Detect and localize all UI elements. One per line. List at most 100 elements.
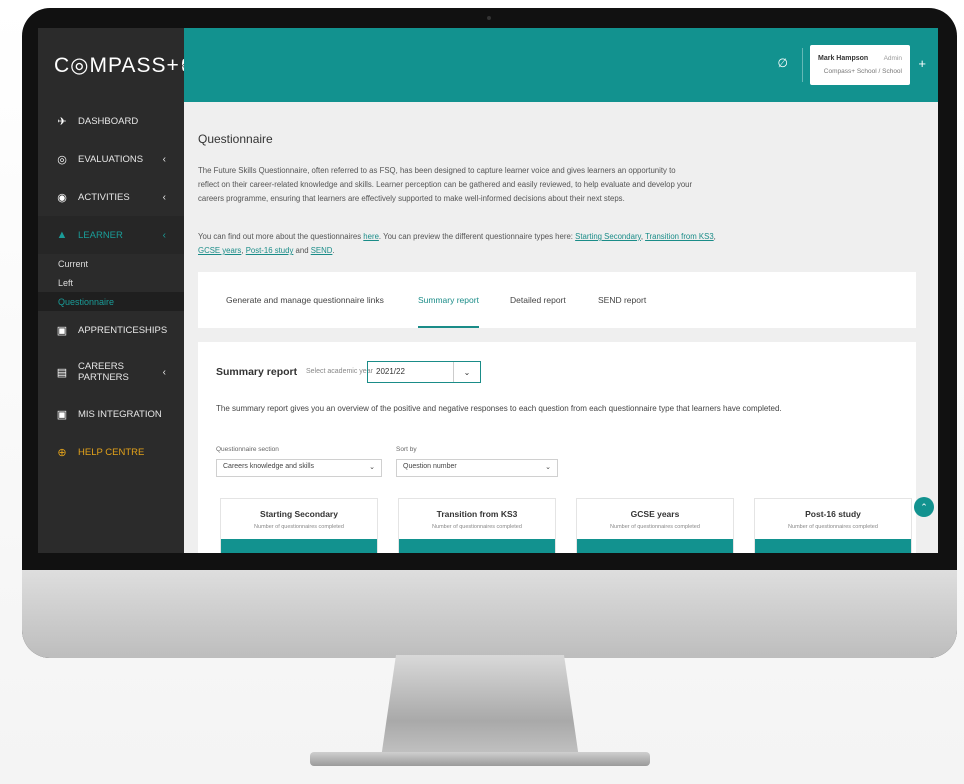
stat-card-count: 84 <box>360 552 369 553</box>
sidebar-item-careers-partners[interactable]: ▤ CAREERS PARTNERS ‹ <box>38 349 184 395</box>
chevron-left-icon: ‹ <box>162 191 166 203</box>
user-menu[interactable]: Mark Hampson Admin Compass+ School / Sch… <box>810 45 910 85</box>
link-starting-secondary[interactable]: Starting Secondary <box>575 232 641 241</box>
summary-report-title: Summary report <box>216 366 298 378</box>
sort-filter-select[interactable]: Question number ⌄ <box>396 459 558 477</box>
logo-row: C◎MPASS+ ‹ <box>38 28 185 102</box>
monitor-base <box>310 752 650 766</box>
user-name: Mark Hampson <box>818 55 869 62</box>
notifications-off-icon[interactable]: ∅ <box>778 56 788 70</box>
stat-card-bar: 84 <box>221 539 377 553</box>
sidebar-item-evaluations[interactable]: ◎ EVALUATIONS ‹ <box>38 140 184 178</box>
stat-card-post-16[interactable]: Post-16 study Number of questionnaires c… <box>754 498 912 553</box>
academic-year-label: Select academic year <box>306 368 373 375</box>
compass-logo[interactable]: C◎MPASS+ <box>54 53 180 78</box>
sidebar: C◎MPASS+ ‹ ✈ DASHBOARD ◎ EVALUATIONS ‹ ◉… <box>38 28 185 553</box>
stat-card-starting-secondary[interactable]: Starting Secondary Number of questionnai… <box>220 498 378 553</box>
stat-card-title: Transition from KS3 <box>436 509 518 519</box>
sidebar-item-dashboard[interactable]: ✈ DASHBOARD <box>38 102 184 140</box>
links-sep: , <box>713 232 716 241</box>
screen: C◎MPASS+ ‹ ✈ DASHBOARD ◎ EVALUATIONS ‹ ◉… <box>38 28 938 553</box>
stat-card-bar: 168 <box>755 539 911 553</box>
top-bar: ∅ Mark Hampson Admin Compass+ School / S… <box>184 28 938 102</box>
target-icon: ◉ <box>57 191 67 204</box>
chevron-down-icon: ⌄ <box>453 362 480 382</box>
link-gcse-years[interactable]: GCSE years <box>198 246 241 255</box>
stat-card-title: GCSE years <box>630 509 680 519</box>
link-transition-ks3[interactable]: Transition from KS3 <box>645 232 714 241</box>
stat-card-count: 168 <box>890 552 903 553</box>
sidebar-item-label: CAREERS PARTNERS <box>78 361 129 383</box>
user-role: Admin <box>883 55 902 62</box>
sort-filter-value: Question number <box>403 463 457 470</box>
scroll-to-top-button[interactable]: ⌃ <box>914 497 934 517</box>
sidebar-item-label: HELP CENTRE <box>78 446 145 458</box>
sidebar-subitem-left[interactable]: Left <box>38 273 184 292</box>
section-filter-label: Questionnaire section <box>216 446 279 453</box>
chevron-down-icon: ⌄ <box>369 464 375 471</box>
lifebuoy-icon: ⊕ <box>57 446 67 459</box>
sort-filter-label: Sort by <box>396 446 417 453</box>
stat-card-title: Starting Secondary <box>260 509 338 519</box>
stat-card-bar: 154 <box>399 539 555 553</box>
link-send[interactable]: SEND <box>311 246 333 255</box>
summary-report-card: Summary report Select academic year 2021… <box>198 342 916 553</box>
stat-card-transition-ks3[interactable]: Transition from KS3 Number of questionna… <box>398 498 556 553</box>
tab-summary-report[interactable]: Summary report <box>418 272 479 328</box>
questionnaire-description: The Future Skills Questionnaire, often r… <box>198 166 693 203</box>
tab-send-report[interactable]: SEND report <box>598 272 646 328</box>
stat-card-subtitle: Number of questionnaires completed <box>432 524 522 530</box>
compass-icon: ◎ <box>57 153 67 166</box>
sidebar-subitem-questionnaire[interactable]: Questionnaire <box>38 292 184 311</box>
graduation-cap-icon: ▲ <box>56 229 68 241</box>
sidebar-item-label: EVALUATIONS <box>78 153 144 165</box>
plus-icon[interactable]: + <box>918 56 926 71</box>
tab-generate-links[interactable]: Generate and manage questionnaire links <box>226 272 384 328</box>
links-end: . <box>332 246 335 255</box>
link-post-16[interactable]: Post-16 study <box>246 246 294 255</box>
briefcase-icon: ▣ <box>56 408 68 421</box>
chevron-left-icon: ‹ <box>162 229 166 241</box>
chevron-left-icon: ‹ <box>162 153 166 165</box>
header-divider <box>802 48 803 82</box>
chevron-left-icon: ‹ <box>162 366 166 378</box>
sidebar-item-label: MIS INTEGRATION <box>78 408 162 420</box>
chevron-down-icon: ⌄ <box>545 464 551 471</box>
stat-card-count: 168 <box>712 552 725 553</box>
links-text: You can find out more about the question… <box>198 232 364 241</box>
links-text: . You can preview the different question… <box>378 232 576 241</box>
tab-detailed-report[interactable]: Detailed report <box>510 272 566 328</box>
id-card-icon: ▤ <box>56 366 68 379</box>
link-here[interactable]: here <box>363 232 379 241</box>
stat-card-subtitle: Number of questionnaires completed <box>254 524 344 530</box>
monitor-stand <box>380 655 580 765</box>
sidebar-item-label: DASHBOARD <box>78 115 139 127</box>
briefcase-icon: ▣ <box>56 324 68 337</box>
sidebar-item-mis-integration[interactable]: ▣ MIS INTEGRATION <box>38 395 184 433</box>
links-sep: and <box>293 246 311 255</box>
stat-card-gcse-years[interactable]: GCSE years Number of questionnaires comp… <box>576 498 734 553</box>
summary-description: The summary report gives you an overview… <box>216 404 782 413</box>
tabs-bar: Generate and manage questionnaire links … <box>198 272 916 328</box>
stat-card-title: Post-16 study <box>805 509 861 519</box>
webcam <box>487 16 491 20</box>
academic-year-select[interactable]: 2021/22 ⌄ <box>367 361 481 383</box>
stat-card-subtitle: Number of questionnaires completed <box>610 524 700 530</box>
stat-card-count: 154 <box>534 552 547 553</box>
sidebar-item-activities[interactable]: ◉ ACTIVITIES ‹ <box>38 178 184 216</box>
main-content: Questionnaire The Future Skills Question… <box>184 102 938 553</box>
stat-card-bar: 168 <box>577 539 733 553</box>
section-filter-value: Careers knowledge and skills <box>223 463 315 470</box>
section-filter-select[interactable]: Careers knowledge and skills ⌄ <box>216 459 382 477</box>
sidebar-item-learner[interactable]: ▲ LEARNER ‹ <box>38 216 184 254</box>
sidebar-subitem-current[interactable]: Current <box>38 254 184 273</box>
academic-year-value: 2021/22 <box>376 367 405 376</box>
monitor-chin <box>22 570 957 658</box>
page-title: Questionnaire <box>198 132 273 146</box>
sidebar-item-label: ACTIVITIES <box>78 191 130 203</box>
questionnaire-links-paragraph: You can find out more about the question… <box>198 230 718 258</box>
sidebar-item-help-centre[interactable]: ⊕ HELP CENTRE <box>38 433 184 471</box>
sidebar-item-apprenticeships[interactable]: ▣ APPRENTICESHIPS <box>38 311 184 349</box>
sidebar-item-label: APPRENTICESHIPS <box>78 324 168 336</box>
sidebar-item-label: LEARNER <box>78 229 123 241</box>
